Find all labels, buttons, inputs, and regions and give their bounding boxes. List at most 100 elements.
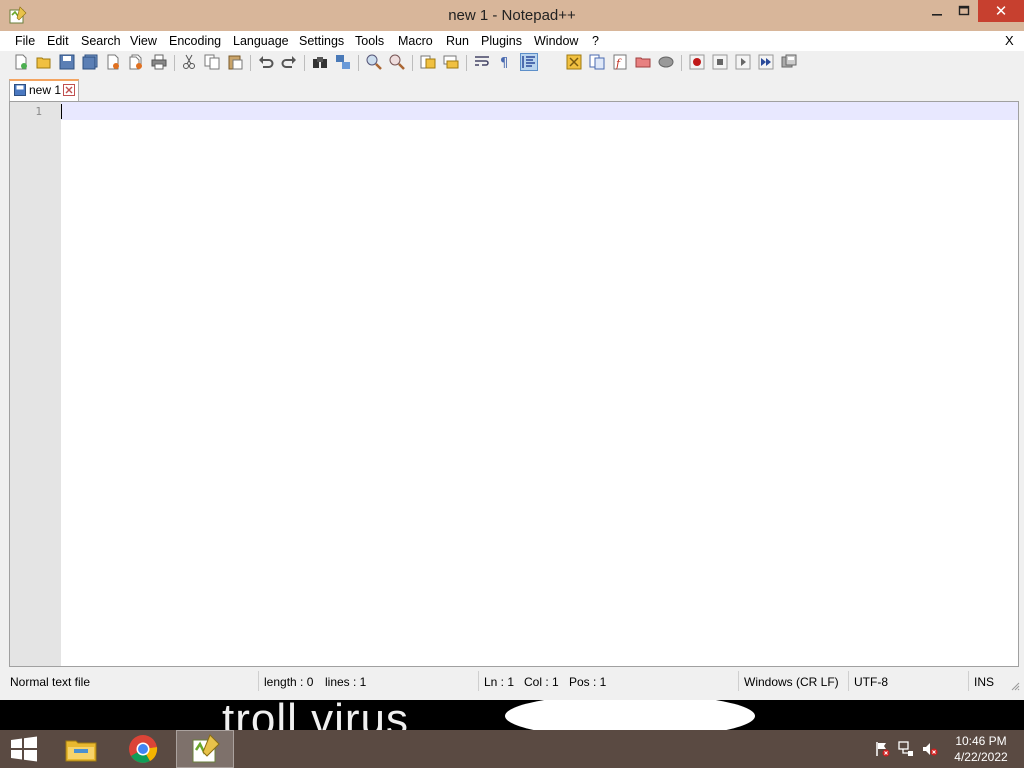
undo-icon[interactable] (258, 54, 274, 70)
toolbar-separator (466, 55, 467, 71)
menu-tools[interactable]: Tools (355, 34, 384, 48)
clock-date[interactable]: 4/22/2022 (950, 750, 1012, 764)
status-length: length : 0 (264, 675, 314, 689)
network-icon[interactable] (898, 741, 914, 757)
overlay-shape (505, 700, 755, 730)
editor[interactable]: 1 (9, 101, 1019, 667)
maximize-icon (958, 5, 970, 16)
stop-recording-icon[interactable] (712, 54, 728, 70)
indent-guide-icon[interactable] (520, 53, 538, 71)
close-all-icon[interactable] (128, 54, 144, 70)
text-cursor (61, 104, 62, 119)
status-pos: Pos : 1 (569, 675, 607, 689)
status-separator (968, 671, 969, 691)
notepadpp-window: new 1 - Notepad++ ✕ File Edit Search Vie… (0, 0, 1024, 700)
status-file-type: Normal text file (10, 675, 91, 689)
svg-text:¶: ¶ (500, 56, 508, 70)
status-ln: Ln : 1 (484, 675, 515, 689)
action-center-flag-icon[interactable] (874, 741, 890, 757)
minimize-button[interactable] (922, 0, 952, 22)
menu-search[interactable]: Search (81, 34, 121, 48)
menu-encoding[interactable]: Encoding (169, 34, 221, 48)
save-icon[interactable] (59, 54, 75, 70)
menu-plugins[interactable]: Plugins (481, 34, 522, 48)
menu-view[interactable]: View (130, 34, 157, 48)
zoom-out-icon[interactable] (389, 54, 405, 70)
tab-bar: new 1 (0, 75, 1024, 101)
resize-grip-icon[interactable] (1010, 681, 1020, 691)
zoom-in-icon[interactable] (366, 54, 382, 70)
show-all-characters-icon[interactable]: ¶ (497, 54, 513, 70)
word-wrap-icon[interactable] (474, 54, 490, 70)
toolbar-separator (412, 55, 413, 71)
status-eol[interactable]: Windows (CR LF) (744, 675, 839, 689)
windows-start-icon[interactable] (10, 736, 38, 762)
save-icon (14, 84, 26, 96)
print-icon[interactable] (151, 54, 167, 70)
status-encoding[interactable]: UTF-8 (854, 675, 888, 689)
toolbar-separator (358, 55, 359, 71)
open-file-icon[interactable] (36, 54, 52, 70)
status-separator (478, 671, 479, 691)
caption-overlay: troll virus (0, 700, 1024, 730)
sync-vertical-icon[interactable] (420, 54, 436, 70)
file-explorer-icon (65, 740, 97, 762)
folder-workspace-icon[interactable] (635, 54, 651, 70)
record-macro-icon[interactable] (689, 54, 705, 70)
close-tab-icon[interactable] (63, 84, 75, 96)
menu-help[interactable]: ? (592, 34, 599, 48)
playback-macro-icon[interactable] (735, 54, 751, 70)
close-button[interactable]: ✕ (978, 0, 1024, 22)
save-macro-icon[interactable] (781, 54, 797, 70)
menu-settings[interactable]: Settings (299, 34, 344, 48)
close-icon[interactable] (105, 54, 121, 70)
new-file-icon[interactable] (13, 54, 29, 70)
menu-window[interactable]: Window (534, 34, 578, 48)
notepad-plus-plus-icon (192, 734, 220, 763)
menu-language[interactable]: Language (233, 34, 289, 48)
toolbar-separator (681, 55, 682, 71)
tab-new-1[interactable]: new 1 (9, 79, 79, 101)
status-col: Col : 1 (524, 675, 559, 689)
volume-muted-icon[interactable] (922, 741, 938, 757)
status-insert-mode[interactable]: INS (974, 675, 994, 689)
maximize-button[interactable] (950, 0, 978, 22)
taskbar-notepadpp[interactable] (176, 730, 234, 768)
toolbar-separator (250, 55, 251, 71)
chrome-icon (129, 735, 158, 763)
toolbar-separator (174, 55, 175, 71)
save-all-icon[interactable] (82, 54, 98, 70)
line-number-gutter: 1 (10, 102, 61, 666)
paste-icon[interactable] (227, 54, 243, 70)
clock-time[interactable]: 10:46 PM (950, 734, 1012, 748)
user-language-icon[interactable] (566, 54, 582, 70)
toolbar-separator (304, 55, 305, 71)
close-document-button[interactable]: X (1005, 33, 1014, 48)
monitoring-icon[interactable] (658, 54, 674, 70)
window-title: new 1 - Notepad++ (448, 7, 576, 24)
menu-macro[interactable]: Macro (398, 34, 433, 48)
close-icon: ✕ (994, 3, 1008, 20)
replace-icon[interactable] (335, 54, 351, 70)
run-macro-multiple-icon[interactable] (758, 54, 774, 70)
menu-bar: File Edit Search View Encoding Language … (0, 31, 1024, 51)
status-separator (258, 671, 259, 691)
taskbar-file-explorer[interactable] (52, 730, 110, 768)
title-bar[interactable]: new 1 - Notepad++ ✕ (0, 0, 1024, 31)
status-separator (848, 671, 849, 691)
toolbar: ¶ f (0, 51, 1024, 76)
taskbar-chrome[interactable] (114, 730, 172, 768)
find-icon[interactable] (312, 54, 328, 70)
cut-icon[interactable] (181, 54, 197, 70)
current-line-highlight (61, 102, 1018, 120)
document-map-icon[interactable] (589, 54, 605, 70)
menu-run[interactable]: Run (446, 34, 469, 48)
menu-file[interactable]: File (15, 34, 35, 48)
menu-edit[interactable]: Edit (47, 34, 69, 48)
redo-icon[interactable] (281, 54, 297, 70)
status-bar: Normal text file length : 0 lines : 1 Ln… (0, 669, 1024, 693)
tab-label: new 1 (29, 83, 62, 97)
function-list-icon[interactable]: f (612, 54, 628, 70)
copy-icon[interactable] (204, 54, 220, 70)
sync-horizontal-icon[interactable] (443, 54, 459, 70)
